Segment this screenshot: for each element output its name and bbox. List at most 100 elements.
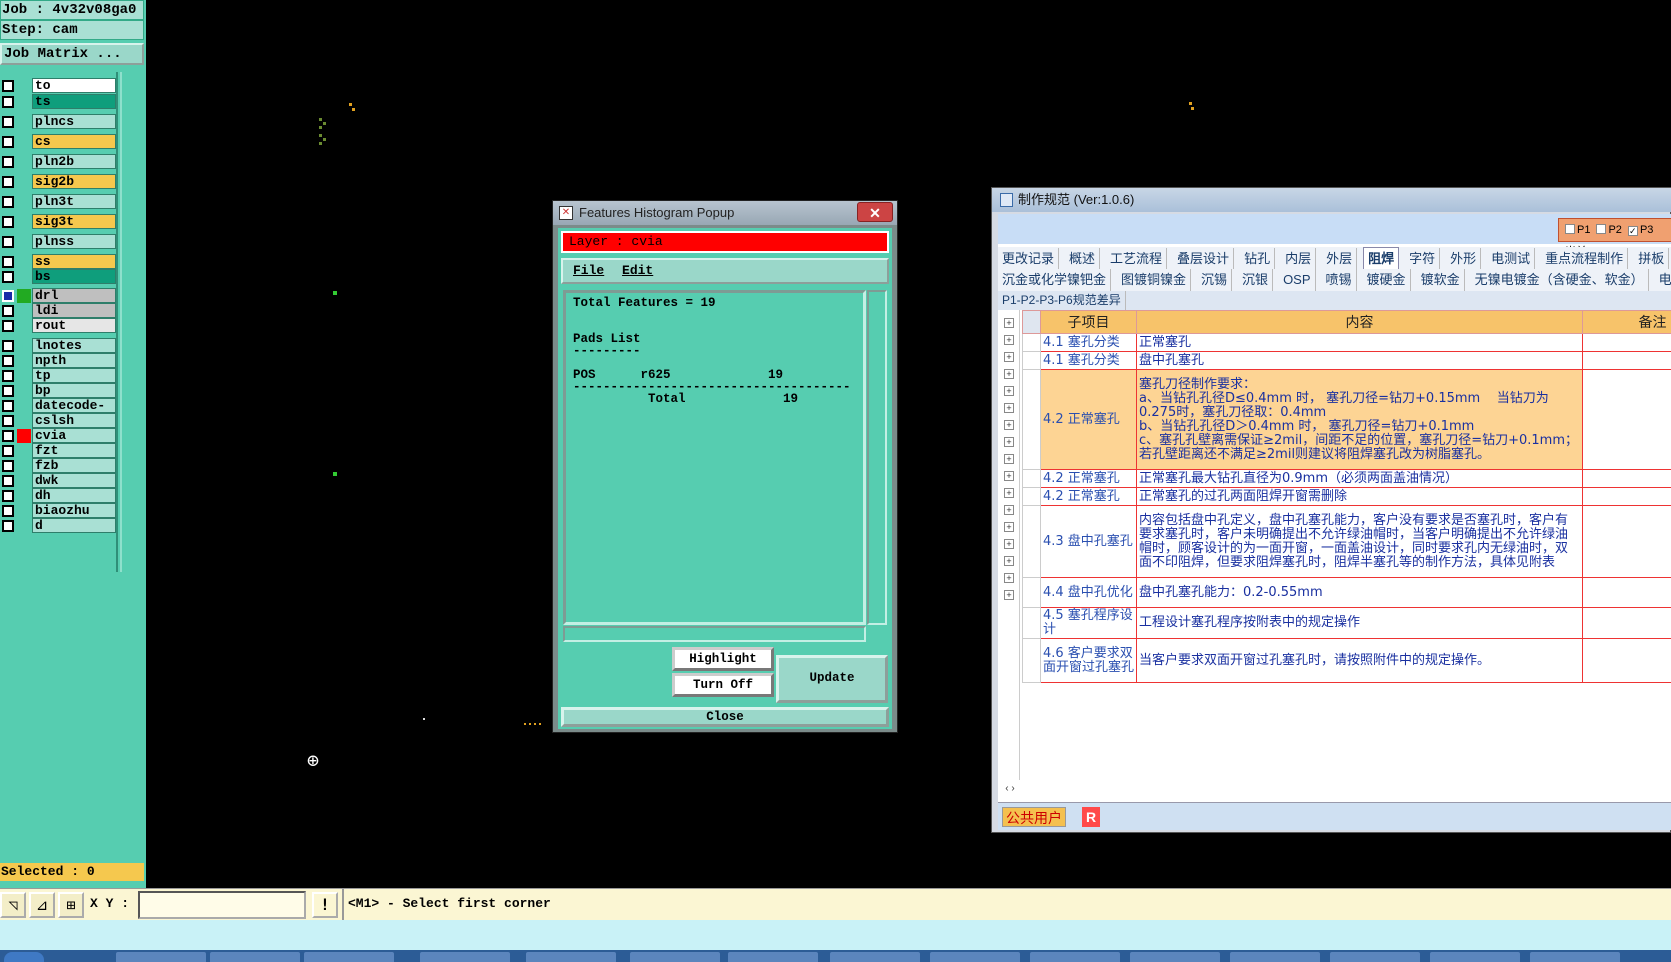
tab-tabs_row1-5[interactable]: 内层 — [1281, 248, 1317, 269]
layer-checkbox[interactable] — [2, 340, 14, 352]
layer-name[interactable]: fzt — [32, 443, 116, 458]
page-checkbox[interactable]: ✓ — [1627, 226, 1638, 236]
expand-icon[interactable]: + — [1004, 539, 1014, 549]
layer-row-drl[interactable]: drl — [0, 288, 118, 303]
menu-file[interactable]: File — [573, 263, 604, 278]
tab-tabs_row1-11[interactable]: 重点流程制作 — [1541, 248, 1629, 269]
layer-name[interactable]: bp — [32, 383, 116, 398]
row-selector[interactable] — [1022, 487, 1041, 506]
r-badge[interactable]: R — [1082, 807, 1100, 827]
expand-icon[interactable]: + — [1004, 318, 1014, 328]
layer-checkbox[interactable] — [2, 196, 14, 208]
layer-name[interactable]: rout — [32, 318, 116, 333]
layer-row-datecode-to[interactable]: datecode-to — [0, 398, 118, 427]
layer-checkbox[interactable] — [2, 400, 14, 412]
layer-row-plncs[interactable]: plncs — [0, 114, 118, 129]
histogram-horizontal-scrollbar[interactable] — [563, 626, 866, 642]
layer-checkbox[interactable] — [2, 445, 14, 457]
tab-tabs_row1-7[interactable]: 阻焊 — [1363, 247, 1400, 269]
taskbar-app[interactable] — [1530, 952, 1620, 962]
taskbar-app[interactable] — [1430, 952, 1520, 962]
layer-row-tp[interactable]: tp — [0, 368, 118, 383]
layer-name[interactable]: dh — [32, 488, 116, 503]
expand-icon[interactable]: + — [1004, 471, 1014, 481]
layer-name[interactable]: sig2b — [32, 174, 116, 189]
layer-row-fzt[interactable]: fzt — [0, 443, 118, 458]
tab-tabs_row2-8[interactable]: 无镍电镀金（含硬金、软金） — [1471, 269, 1649, 291]
tab-tabs_row1-10[interactable]: 电测试 — [1487, 248, 1536, 269]
layer-row-cvia[interactable]: cvia — [0, 428, 118, 443]
layer-row-ss[interactable]: ss — [0, 254, 118, 269]
layer-row-rout[interactable]: rout — [0, 318, 118, 333]
layer-row-d[interactable]: d — [0, 518, 118, 533]
table-row[interactable]: 4.3 盘中孔塞孔 内容包括盘中孔定义，盘中孔塞孔能力，客户没有要求是否塞孔时，客… — [1022, 505, 1671, 578]
expand-icon[interactable]: + — [1004, 386, 1014, 396]
expand-icon[interactable]: + — [1004, 454, 1014, 464]
layer-checkbox[interactable] — [2, 80, 14, 92]
layer-row-ldi[interactable]: ldi — [0, 303, 118, 318]
layer-name[interactable]: ss — [32, 254, 116, 269]
column-header-notes[interactable]: 备注 — [1582, 310, 1671, 334]
expand-icon[interactable]: + — [1004, 522, 1014, 532]
layer-name[interactable]: ldi — [32, 303, 116, 318]
tab-tabs_row2-0[interactable]: 沉金或化学镍钯金 — [998, 269, 1112, 291]
expand-icon[interactable]: + — [1004, 556, 1014, 566]
tab-tabs_row2-6[interactable]: 镀硬金 — [1363, 269, 1411, 291]
expand-icon[interactable]: + — [1004, 403, 1014, 413]
layer-name[interactable]: plnss — [32, 234, 116, 249]
taskbar-app[interactable] — [1330, 952, 1420, 962]
turn-off-button[interactable]: Turn Off — [672, 673, 774, 697]
taskbar-app[interactable] — [930, 952, 1020, 962]
tab-tabs_row2-5[interactable]: 喷锡 — [1322, 269, 1357, 291]
taskbar-app[interactable] — [210, 952, 300, 962]
row-selector[interactable] — [1022, 333, 1041, 352]
taskbar-app[interactable] — [1030, 952, 1120, 962]
layer-name[interactable]: pln2b — [32, 154, 116, 169]
layer-checkbox[interactable] — [2, 176, 14, 188]
layer-checkbox[interactable] — [2, 370, 14, 382]
page-tab[interactable]: ✓ P3 — [1627, 219, 1653, 241]
layer-checkbox[interactable] — [2, 256, 14, 268]
layer-list-scrollbar[interactable] — [120, 72, 146, 572]
tab-tabs_row2-2[interactable]: 沉锡 — [1197, 269, 1233, 291]
tab-tabs_row2-4[interactable]: OSP — [1279, 269, 1316, 291]
tab-tabs_row1-3[interactable]: 叠层设计 — [1173, 248, 1235, 269]
layer-name[interactable]: to — [32, 78, 116, 93]
histogram-close-button[interactable]: Close — [561, 707, 889, 727]
layer-name[interactable]: drl — [32, 288, 116, 303]
layer-row-dh[interactable]: dh — [0, 488, 118, 503]
layer-row-bp[interactable]: bp — [0, 383, 118, 398]
page-checkbox[interactable] — [1596, 224, 1607, 234]
layer-name[interactable]: cs — [32, 134, 116, 149]
table-row[interactable]: 4.2 正常塞孔 塞孔刀径制作要求： a、当钻孔孔径D≤0.4mm 时， 塞孔刀径… — [1022, 369, 1671, 470]
layer-checkbox[interactable] — [2, 355, 14, 367]
layer-row-cslsh[interactable]: cslsh — [0, 413, 118, 428]
layer-name[interactable]: plncs — [32, 114, 116, 129]
layer-checkbox[interactable] — [2, 490, 14, 502]
table-row[interactable]: 4.2 正常塞孔 正常塞孔的过孔两面阻焊开窗需删除 — [1022, 487, 1671, 506]
layer-row-biaozhu[interactable]: biaozhu — [0, 503, 118, 518]
row-selector[interactable] — [1022, 638, 1041, 683]
user-badge[interactable]: 公共用户 — [1002, 807, 1066, 827]
layer-row-npth[interactable]: npth — [0, 353, 118, 368]
grid-snap-icon[interactable]: ⊞ — [58, 892, 84, 918]
update-button[interactable]: Update — [776, 655, 888, 703]
taskbar-app[interactable] — [116, 952, 206, 962]
tab-tabs_row2-7[interactable]: 镀软金 — [1417, 269, 1465, 291]
layer-name[interactable]: datecode-to — [32, 398, 116, 427]
column-header-content[interactable]: 内容 — [1136, 310, 1583, 334]
taskbar-app[interactable] — [728, 952, 818, 962]
layer-row-cs[interactable]: cs — [0, 134, 118, 149]
layer-row-lnotes[interactable]: lnotes — [0, 338, 118, 353]
row-selector[interactable] — [1022, 369, 1041, 470]
page-checkbox[interactable] — [1565, 224, 1575, 234]
row-selector[interactable] — [1022, 351, 1041, 370]
layer-checkbox[interactable] — [2, 520, 14, 532]
layer-row-to[interactable]: to — [0, 78, 118, 93]
layer-checkbox[interactable] — [2, 96, 14, 108]
tab-tabs_row2-9[interactable]: 电镀面积 — [1655, 269, 1671, 291]
expand-icon[interactable]: + — [1004, 573, 1014, 583]
tab-tabs_row3-0[interactable]: P1-P2-P3-P6规范差异 — [998, 291, 1126, 310]
layer-name[interactable]: biaozhu — [32, 503, 116, 518]
expand-icon[interactable]: + — [1004, 369, 1014, 379]
